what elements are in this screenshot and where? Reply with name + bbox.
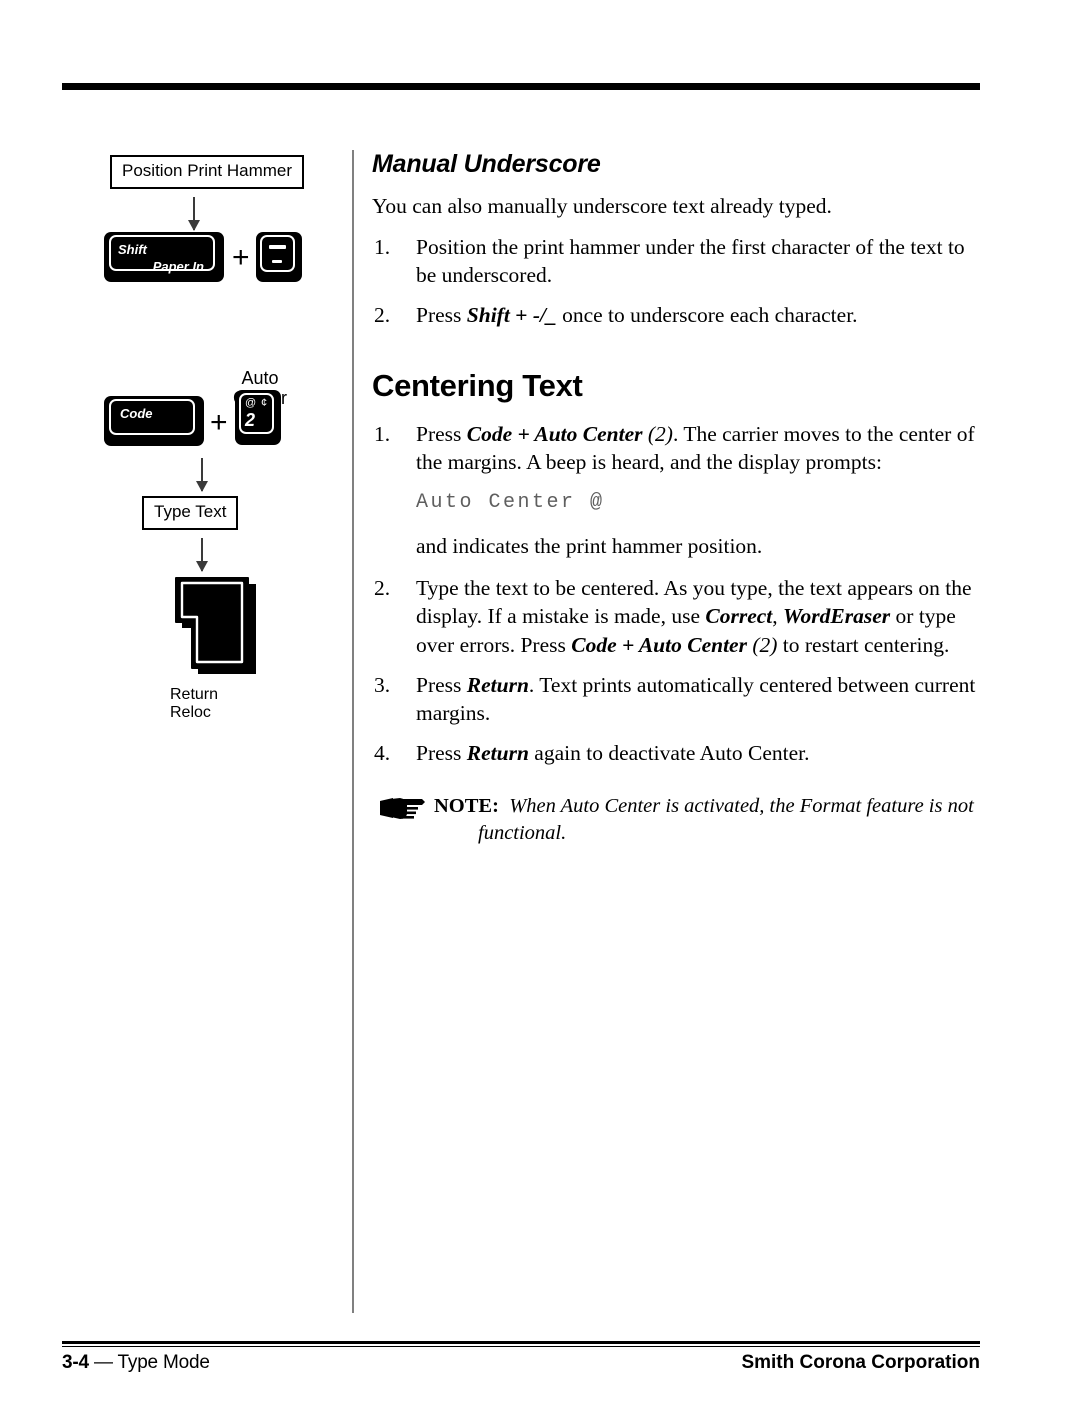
note-text-line-1: When Auto Center is activated, the Forma… bbox=[509, 795, 974, 818]
hyphen-mark-icon bbox=[272, 260, 282, 263]
key-number-ref: (2) bbox=[746, 632, 778, 657]
footer-left: 3-4 — Type Mode bbox=[62, 1352, 210, 1374]
footer-rule-thick bbox=[62, 1341, 980, 1344]
step-number: 2. bbox=[374, 303, 391, 328]
list-item: 2. Press Shift + -/_ once to underscore e… bbox=[372, 301, 982, 329]
centering-text-heading: Centering Text bbox=[372, 367, 583, 403]
key-name-correct: Correct bbox=[705, 604, 773, 629]
column-divider bbox=[352, 150, 354, 1313]
two-key-label: 2 bbox=[245, 410, 256, 430]
list-item: 1. Position the print hammer under the f… bbox=[372, 233, 982, 289]
note-text-line-2: functional. bbox=[478, 821, 567, 844]
plus-sign: + bbox=[210, 406, 228, 439]
manual-underscore-diagram: Position Print Hammer Shift Paper In + bbox=[60, 140, 345, 310]
list-item: 1. Press Code + Auto Center (2). The carr… bbox=[372, 420, 982, 561]
step-text-part: Press bbox=[416, 421, 467, 446]
type-text-box: Type Text bbox=[142, 496, 239, 530]
shift-key-label: Shift bbox=[118, 242, 147, 257]
step-number: 4. bbox=[374, 740, 391, 765]
footer-rule-thin bbox=[62, 1346, 980, 1347]
key-combo-code-auto-center: Code + Auto Center bbox=[571, 632, 747, 657]
hyphen-underscore-key bbox=[256, 232, 302, 282]
key-name-shift: Shift bbox=[466, 303, 510, 328]
step-text-part: Press bbox=[416, 740, 467, 765]
reloc-key-label: Reloc bbox=[170, 704, 211, 721]
note-block: NOTE: When Auto Center is activated, the… bbox=[372, 793, 982, 846]
step-number: 3. bbox=[374, 672, 391, 697]
diagram-column: Position Print Hammer Shift Paper In + A… bbox=[60, 140, 345, 721]
paper-in-key-label: Paper In bbox=[152, 259, 204, 274]
text-column: Manual Underscore You can also manually … bbox=[372, 150, 982, 846]
code-key: Code bbox=[104, 396, 204, 446]
prompt-follow-up: and indicates the print hammer position. bbox=[416, 534, 763, 559]
step-text-part: to restart centering. bbox=[777, 632, 950, 657]
centering-text-steps: 1. Press Code + Auto Center (2). The carr… bbox=[372, 420, 982, 768]
return-reloc-key: Return Reloc bbox=[170, 576, 256, 721]
code-key-label: Code bbox=[120, 406, 153, 421]
header-rule bbox=[62, 83, 980, 90]
note-content: NOTE: When Auto Center is activated, the… bbox=[434, 793, 982, 820]
key-number-ref: (2) bbox=[642, 421, 673, 446]
page-number: 3-4 bbox=[62, 1352, 89, 1373]
document-page: Position Print Hammer Shift Paper In + A… bbox=[0, 0, 1080, 1417]
step-text-part: once to underscore each character. bbox=[556, 303, 858, 328]
step-text-part: Press bbox=[416, 303, 467, 328]
key-combo-code-auto-center: Code + Auto Center bbox=[466, 421, 643, 446]
centering-text-diagram: Auto Center Code + @ ¢ 2 bbox=[60, 348, 345, 721]
display-prompt: Auto Center @ bbox=[416, 490, 605, 514]
cent-symbol-label: ¢ bbox=[261, 397, 268, 409]
underscore-mark-icon bbox=[269, 245, 286, 249]
plus-literal: + bbox=[509, 303, 533, 328]
manual-underscore-intro: You can also manually underscore text al… bbox=[372, 194, 832, 218]
note-label: NOTE: bbox=[434, 795, 499, 818]
list-item: 2. Type the text to be centered. As you t… bbox=[372, 574, 982, 658]
step-number: 1. bbox=[374, 421, 391, 446]
return-key-label: Return bbox=[170, 686, 219, 703]
manual-underscore-heading: Manual Underscore bbox=[372, 150, 601, 178]
at-symbol-label: @ bbox=[245, 397, 257, 409]
pointing-hand-icon bbox=[380, 796, 426, 822]
footer-company: Smith Corona Corporation bbox=[741, 1352, 980, 1373]
footer-section: Type Mode bbox=[117, 1352, 210, 1373]
key-name-hyphen-underscore: -/_ bbox=[532, 303, 557, 328]
key-name-return: Return bbox=[466, 672, 529, 697]
step-text-part: again to deactivate Auto Center. bbox=[528, 740, 810, 765]
manual-underscore-steps: 1. Position the print hammer under the f… bbox=[372, 233, 982, 329]
two-key: @ ¢ 2 bbox=[235, 390, 281, 445]
type-text-label: Type Text bbox=[154, 502, 227, 521]
step-text-part: , bbox=[772, 604, 784, 629]
list-item: 3. Press Return. Text prints automaticall… bbox=[372, 671, 982, 727]
position-print-hammer-box: Position Print Hammer bbox=[110, 155, 305, 189]
list-item: 4. Press Return again to deactivate Auto … bbox=[372, 739, 982, 767]
return-key-shape bbox=[175, 577, 256, 674]
footer-separator: — bbox=[93, 1352, 113, 1373]
position-print-hammer-label: Position Print Hammer bbox=[122, 161, 293, 180]
key-name-worderaser: WordEraser bbox=[783, 604, 891, 629]
shift-paper-in-key: Shift Paper In bbox=[104, 232, 224, 282]
page-footer: 3-4 — Type Mode Smith Corona Corporation bbox=[62, 1352, 980, 1374]
key-name-return: Return bbox=[466, 740, 529, 765]
step-number: 1. bbox=[374, 235, 391, 260]
key-face bbox=[260, 235, 295, 272]
step-text: Position the print hammer under the firs… bbox=[416, 235, 965, 288]
flow-arrow-down bbox=[201, 458, 203, 491]
plus-operator-1: + bbox=[232, 243, 250, 273]
plus-sign: + bbox=[232, 241, 250, 274]
plus-operator-2: + bbox=[210, 408, 228, 438]
flow-arrow-down bbox=[201, 538, 203, 571]
flow-arrow-down bbox=[193, 197, 195, 230]
step-number: 2. bbox=[374, 576, 391, 601]
step-text-part: Press bbox=[416, 672, 467, 697]
